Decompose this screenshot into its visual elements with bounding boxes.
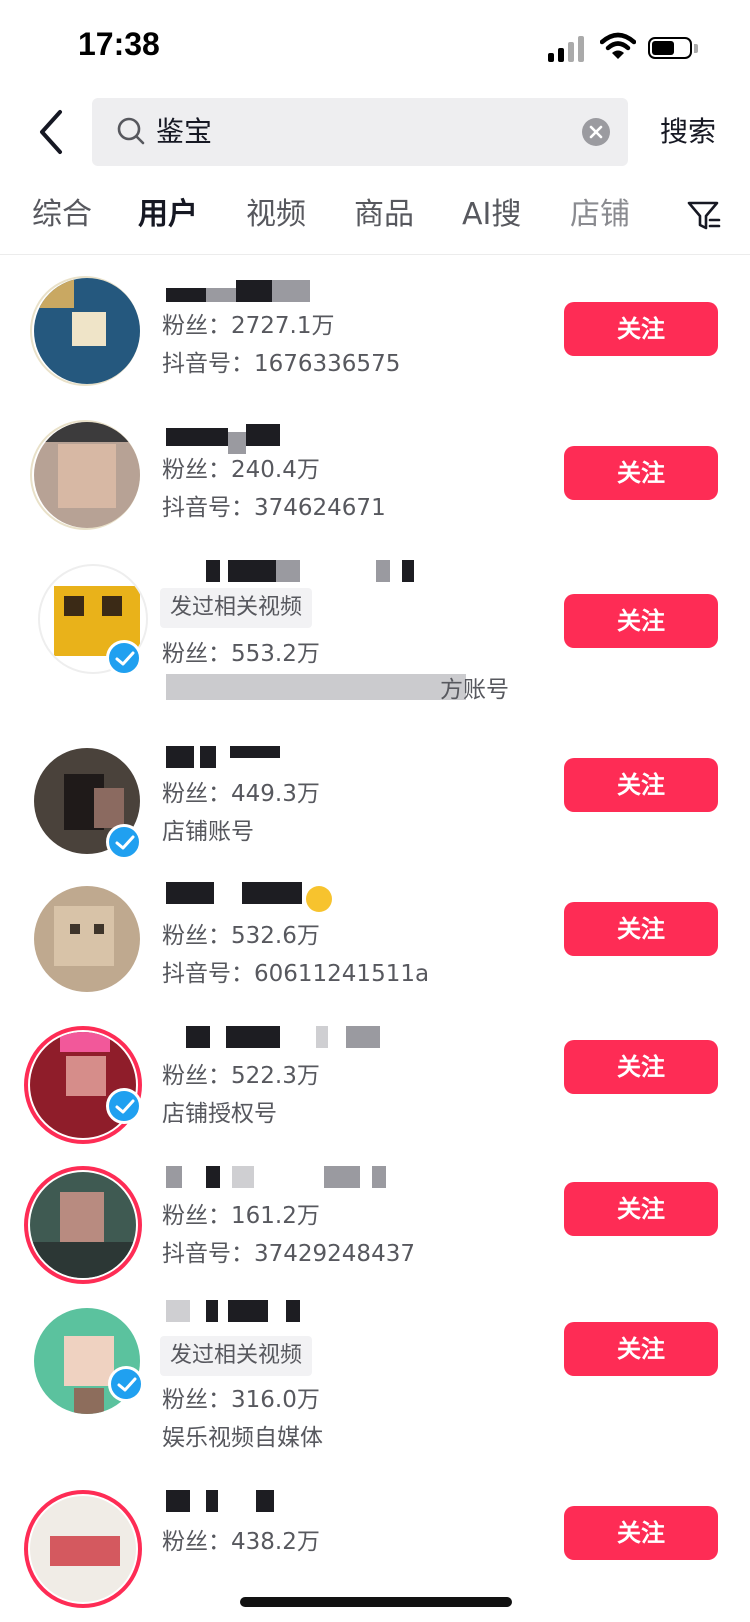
verified-badge-icon [106, 824, 142, 860]
list-item[interactable]: 粉丝：522.3万 店铺授权号 关注 [0, 1022, 750, 1152]
emoji-icon [306, 886, 332, 912]
fans-count: 粉丝：449.3万 [162, 781, 320, 807]
list-item[interactable]: 粉丝：240.4万 抖音号：374624671 关注 [0, 414, 750, 544]
fans-count: 粉丝：532.6万 [162, 923, 320, 949]
account-description: 方账号 [440, 677, 509, 703]
account-description: 店铺账号 [162, 819, 254, 845]
douyin-id: 抖音号：60611241511a [162, 961, 430, 987]
related-video-tag: 发过相关视频 [160, 588, 313, 628]
search-box[interactable]: 鉴宝 [92, 98, 628, 166]
fans-count: 粉丝：2727.1万 [162, 313, 335, 339]
masked-text [166, 674, 466, 700]
search-icon [117, 117, 145, 145]
tab-products[interactable]: 商品 [354, 176, 414, 254]
related-video-tag: 发过相关视频 [160, 1336, 313, 1376]
status-time: 17:38 [78, 26, 160, 62]
search-input[interactable]: 鉴宝 [156, 98, 556, 166]
list-item[interactable]: 发过相关视频 粉丝：553.2万 方账号 关注 [0, 560, 750, 720]
tab-comprehensive[interactable]: 综合 [32, 176, 92, 254]
list-item[interactable]: 粉丝：449.3万 店铺账号 关注 [0, 744, 750, 874]
tab-ai-search[interactable]: AI搜 [462, 176, 521, 254]
verified-badge-icon [106, 1088, 142, 1124]
follow-button[interactable]: 关注 [564, 1506, 718, 1560]
avatar [30, 1496, 136, 1602]
follow-button[interactable]: 关注 [564, 594, 718, 648]
clear-search-icon[interactable] [582, 118, 610, 146]
cellular-signal-icon [548, 34, 588, 62]
follow-button[interactable]: 关注 [564, 1040, 718, 1094]
list-item[interactable]: 粉丝：161.2万 抖音号：37429248437 关注 [0, 1166, 750, 1296]
back-arrow-icon[interactable] [30, 106, 74, 158]
fans-count: 粉丝：240.4万 [162, 457, 320, 483]
fans-count: 粉丝：522.3万 [162, 1063, 320, 1089]
wifi-icon [600, 32, 636, 59]
verified-badge-icon [108, 1366, 144, 1402]
fans-count: 粉丝：316.0万 [162, 1387, 320, 1413]
verified-badge-icon [106, 640, 142, 676]
account-description: 店铺授权号 [162, 1101, 277, 1127]
home-indicator[interactable] [240, 1597, 512, 1607]
follow-button[interactable]: 关注 [564, 1322, 718, 1376]
douyin-id: 抖音号：37429248437 [162, 1241, 415, 1267]
tab-users[interactable]: 用户 [138, 176, 198, 254]
follow-button[interactable]: 关注 [564, 902, 718, 956]
fans-count: 粉丝：553.2万 [162, 641, 320, 667]
account-description: 娱乐视频自媒体 [162, 1425, 323, 1451]
fans-count: 粉丝：438.2万 [162, 1529, 320, 1555]
search-tabs: 综合 用户 视频 商品 AI搜 店铺 [0, 176, 750, 255]
search-header: 鉴宝 搜索 [0, 96, 750, 168]
list-item[interactable]: 发过相关视频 粉丝：316.0万 娱乐视频自媒体 关注 [0, 1300, 750, 1460]
follow-button[interactable]: 关注 [564, 302, 718, 356]
avatar [34, 422, 140, 528]
status-bar: 17:38 [0, 0, 750, 96]
search-button[interactable]: 搜索 [660, 96, 716, 168]
douyin-id: 抖音号：374624671 [162, 495, 386, 521]
avatar [34, 886, 140, 992]
tab-videos[interactable]: 视频 [246, 176, 306, 254]
list-item[interactable]: 粉丝：2727.1万 抖音号：1676336575 关注 [0, 270, 750, 400]
douyin-id: 抖音号：1676336575 [162, 351, 401, 377]
avatar [30, 1172, 136, 1278]
battery-icon [648, 37, 700, 61]
fans-count: 粉丝：161.2万 [162, 1203, 320, 1229]
follow-button[interactable]: 关注 [564, 1182, 718, 1236]
tab-shops[interactable]: 店铺 [570, 176, 630, 254]
filter-icon[interactable] [686, 198, 722, 234]
follow-button[interactable]: 关注 [564, 758, 718, 812]
list-item[interactable]: 粉丝：532.6万 抖音号：60611241511a 关注 [0, 880, 750, 1010]
avatar [34, 278, 140, 384]
follow-button[interactable]: 关注 [564, 446, 718, 500]
